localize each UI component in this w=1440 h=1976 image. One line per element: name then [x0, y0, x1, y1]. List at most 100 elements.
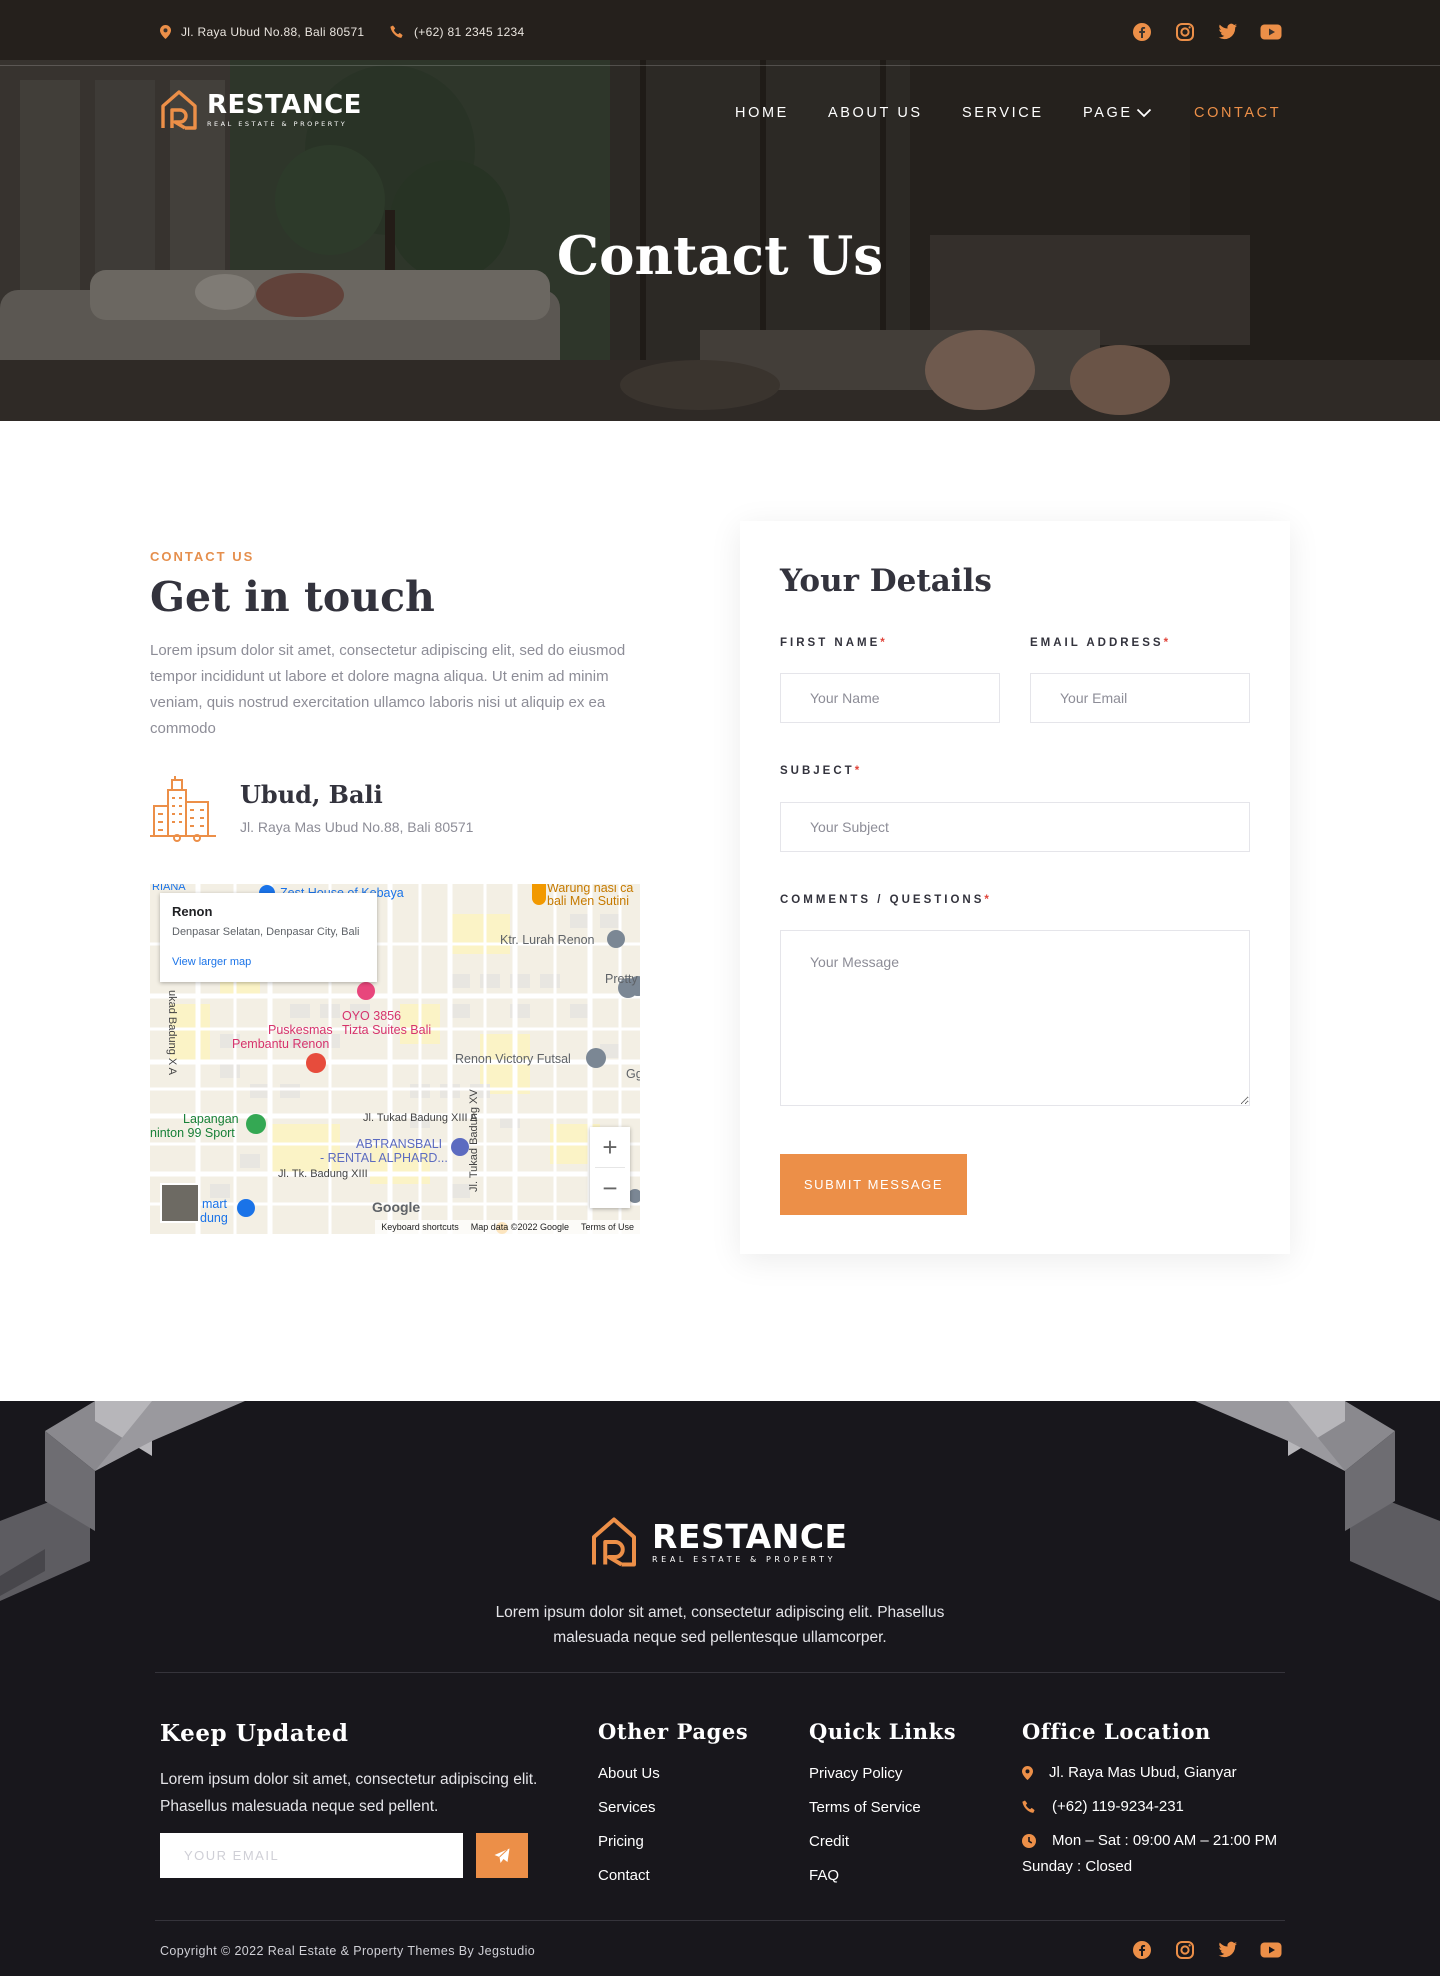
keep-updated-heading: Keep Updated [160, 1720, 349, 1747]
topbar-phone-text: (+62) 81 2345 1234 [414, 25, 525, 39]
subject-input[interactable] [780, 802, 1250, 852]
restance-logo-icon [592, 1517, 636, 1567]
phone-icon [1022, 1800, 1035, 1813]
map-label: OYO 3856 [342, 1009, 402, 1023]
footer-link-terms-of-service[interactable]: Terms of Service [809, 1799, 921, 1816]
map-label: Renon Victory Futsal [455, 1052, 571, 1066]
youtube-icon[interactable] [1259, 1938, 1283, 1962]
google-logo: Google [372, 1199, 421, 1215]
footer-bottom-divider [155, 1920, 1285, 1921]
location-title: Ubud, Bali [240, 780, 383, 809]
primary-navigation: HOME ABOUT US SERVICE PAGE CONTACT [0, 105, 1440, 135]
quick-links-heading: Quick Links [809, 1719, 957, 1744]
nav-item-about-us[interactable]: ABOUT US [828, 105, 923, 121]
youtube-icon[interactable] [1259, 20, 1283, 44]
footer-link-contact[interactable]: Contact [598, 1867, 650, 1884]
footer-logo[interactable]: RESTANCE REAL ESTATE & PROPERTY [589, 1514, 848, 1570]
topbar-phone: (+62) 81 2345 1234 [390, 25, 525, 39]
office-hours-weekday: Mon – Sat : 09:00 AM – 21:00 PM [1052, 1832, 1278, 1849]
map-label: bali Men Sutini [547, 894, 629, 908]
required-mark: * [984, 894, 992, 906]
contact-form-card: Your Details FIRST NAME* EMAIL ADDRESS* … [740, 521, 1290, 1254]
first-name-label-text: FIRST NAME [780, 637, 881, 649]
twitter-icon[interactable] [1216, 20, 1240, 44]
nav-item-service[interactable]: SERVICE [962, 105, 1044, 121]
contact-eyebrow: CONTACT US [150, 549, 255, 564]
required-mark: * [880, 637, 888, 649]
nav-item-page[interactable]: PAGE [1083, 105, 1152, 121]
first-name-input[interactable] [780, 673, 1000, 723]
paper-plane-icon [494, 1848, 510, 1863]
top-info-bar: Jl. Raya Ubud No.88, Bali 80571 (+62) 81… [0, 0, 1440, 66]
topbar-address: Jl. Raya Ubud No.88, Bali 80571 [160, 25, 364, 39]
map-data-credit: Map data ©2022 Google [470, 1222, 569, 1232]
nav-item-contact[interactable]: CONTACT [1194, 105, 1281, 121]
map-place-card: Renon Denpasar Selatan, Denpasar City, B… [160, 893, 377, 982]
footer-link-services[interactable]: Services [598, 1799, 656, 1816]
newsletter-submit-button[interactable] [476, 1833, 528, 1878]
footer-decorative-blocks [0, 1401, 1440, 1601]
map-place-subtitle: Denpasar Selatan, Denpasar City, Bali [172, 926, 360, 938]
office-phone: (+62) 119-9234-231 [1022, 1798, 1184, 1815]
newsletter-email-input[interactable] [160, 1833, 463, 1878]
email-label-text: EMAIL ADDRESS [1030, 637, 1164, 649]
map-zoom-in-button[interactable]: + [590, 1127, 630, 1167]
required-mark: * [854, 765, 863, 777]
map-label: - RENTAL ALPHARD... [320, 1151, 448, 1165]
main-navbar: RESTANCE REAL ESTATE & PROPERTY HOME ABO… [0, 86, 1440, 142]
footer-link-about-us[interactable]: About Us [598, 1765, 660, 1782]
footer-link-pricing[interactable]: Pricing [598, 1833, 644, 1850]
footer-link-privacy-policy[interactable]: Privacy Policy [809, 1765, 902, 1782]
map-zoom-out-button[interactable]: − [590, 1168, 630, 1208]
nav-item-home[interactable]: HOME [735, 105, 789, 121]
topbar-social-links [1130, 20, 1283, 44]
instagram-icon[interactable] [1173, 1938, 1197, 1962]
map-satellite-toggle[interactable] [160, 1183, 200, 1223]
instagram-icon[interactable] [1173, 20, 1197, 44]
map-label: ninton 99 Sport [150, 1126, 235, 1140]
map-label: Puskesmas [268, 1023, 333, 1037]
comments-textarea[interactable] [780, 930, 1250, 1106]
footer-brand-name: RESTANCE [652, 1516, 848, 1556]
contact-heading: Get in touch [150, 573, 435, 621]
location-pin-icon [1022, 1765, 1033, 1780]
map-label: Tizta Suites Bali [342, 1023, 432, 1037]
phone-icon [390, 25, 403, 38]
subject-label: SUBJECT* [780, 765, 862, 777]
hero-banner: Jl. Raya Ubud No.88, Bali 80571 (+62) 81… [0, 0, 1440, 421]
city-buildings-icon [150, 776, 216, 842]
footer-social-links [1130, 1938, 1283, 1962]
required-mark: * [1163, 637, 1172, 649]
map-label: ukad Badung X A [166, 990, 178, 1076]
map-label: Lapangan [183, 1112, 239, 1126]
submit-message-button[interactable]: SUBMIT MESSAGE [780, 1154, 967, 1215]
office-hours: Mon – Sat : 09:00 AM – 21:00 PM [1022, 1832, 1277, 1849]
map-keyboard-shortcuts-link[interactable]: Keyboard shortcuts [381, 1222, 459, 1232]
location-pin-icon [160, 25, 171, 39]
office-phone-text: (+62) 119-9234-231 [1052, 1798, 1184, 1815]
map-label: ABTRANSBALI [356, 1137, 443, 1151]
map-label: dung [200, 1211, 228, 1225]
copyright-text: Copyright © 2022 Real Estate & Property … [160, 1944, 536, 1958]
map-zoom-controls: + − [590, 1127, 630, 1208]
footer-link-faq[interactable]: FAQ [809, 1867, 839, 1884]
facebook-icon[interactable] [1130, 1938, 1154, 1962]
footer-link-credit[interactable]: Credit [809, 1833, 849, 1850]
view-larger-map-link[interactable]: View larger map [172, 956, 365, 968]
map-label: Gg [626, 1067, 640, 1081]
site-footer: RESTANCE REAL ESTATE & PROPERTY Lorem ip… [0, 1401, 1440, 1976]
location-address: Jl. Raya Mas Ubud No.88, Bali 80571 [240, 819, 474, 835]
twitter-icon[interactable] [1216, 1938, 1240, 1962]
email-input[interactable] [1030, 673, 1250, 723]
chevron-down-icon [1136, 108, 1151, 118]
office-address-text: Jl. Raya Mas Ubud, Gianyar [1049, 1764, 1237, 1781]
subject-label-text: SUBJECT [780, 765, 855, 777]
embedded-google-map[interactable]: RIANA Zest House of Kebaya Warung nasi c… [150, 884, 640, 1234]
facebook-icon[interactable] [1130, 20, 1154, 44]
map-terms-link[interactable]: Terms of Use [581, 1222, 634, 1232]
comments-label-text: COMMENTS / QUESTIONS [780, 894, 985, 906]
comments-label: COMMENTS / QUESTIONS* [780, 894, 992, 906]
map-label: Jl. Tukad Badung XIII A [363, 1112, 478, 1124]
map-label: RIANA [152, 884, 186, 893]
map-label: Pretty [605, 972, 638, 986]
